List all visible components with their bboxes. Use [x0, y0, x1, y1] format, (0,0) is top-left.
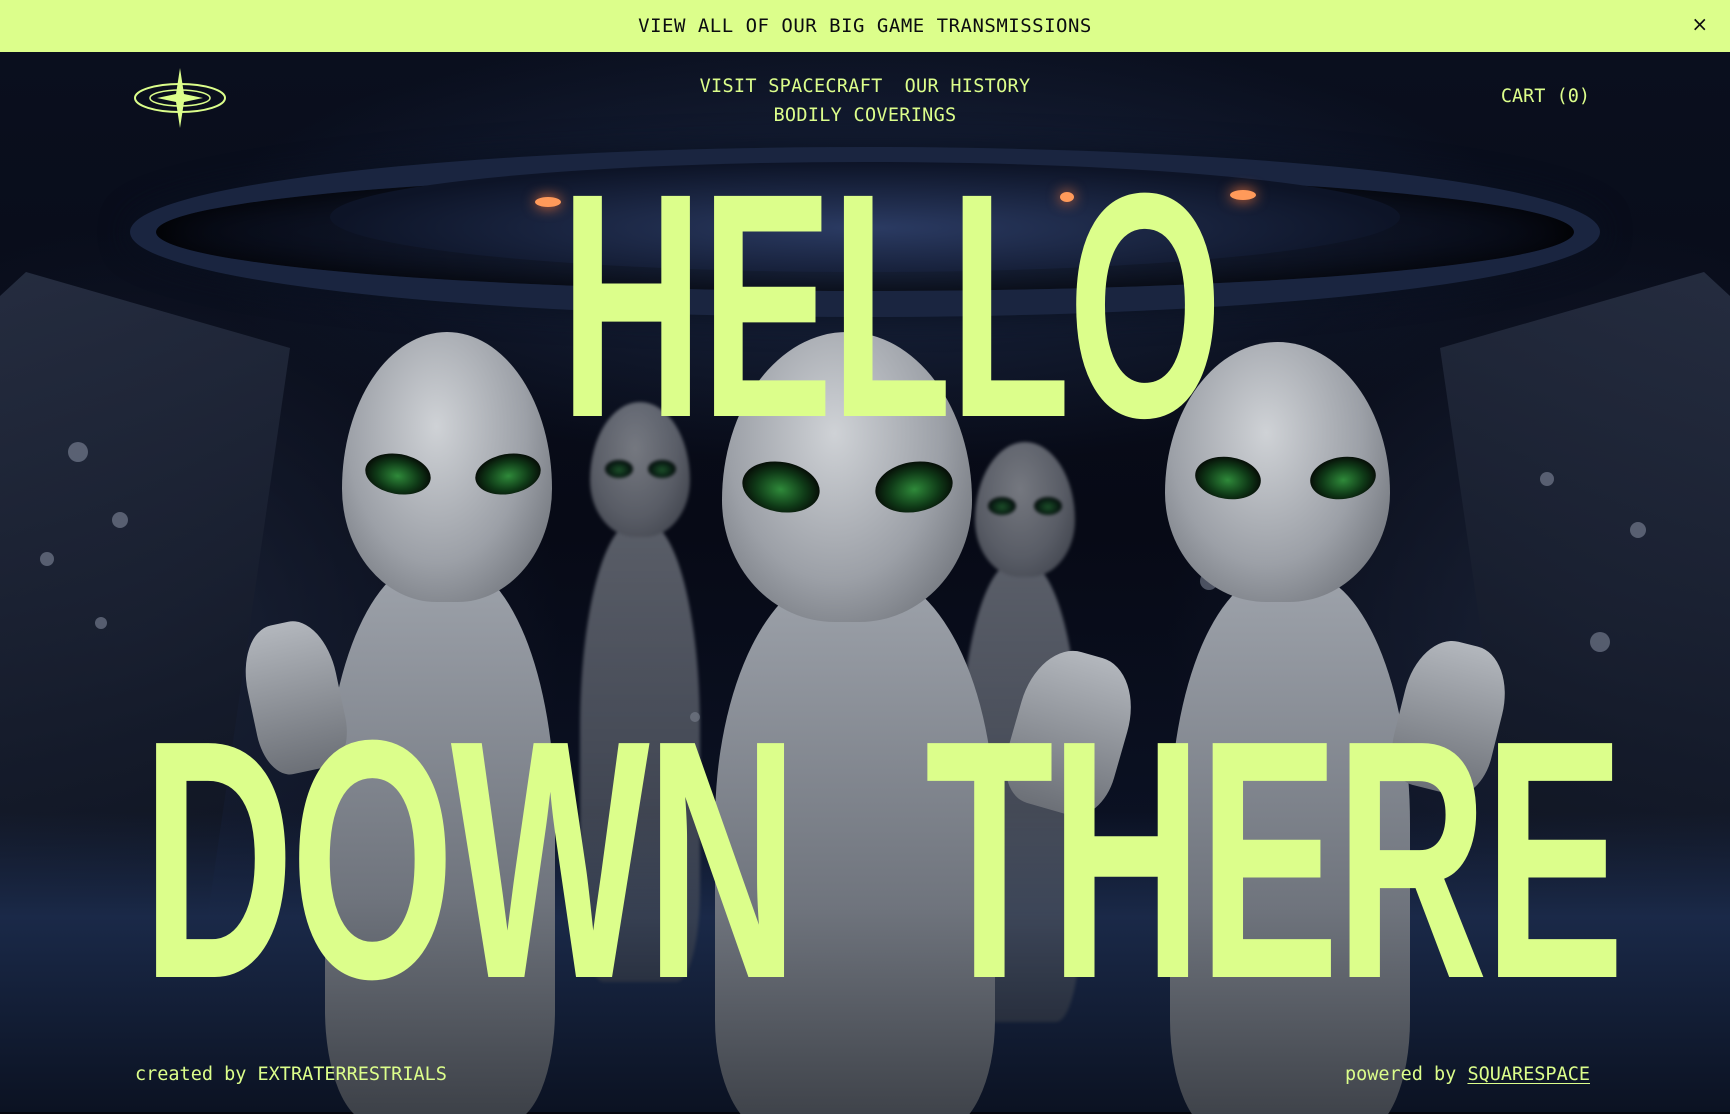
close-icon[interactable]: × — [1688, 12, 1712, 36]
hero-heading-there: THERE — [925, 670, 1625, 1050]
bokeh-light — [1630, 522, 1646, 538]
cart-link[interactable]: CART (0) — [1501, 86, 1590, 107]
bokeh-light — [112, 512, 128, 528]
bokeh-light — [1540, 472, 1554, 486]
nav-link-bodily-coverings[interactable]: BODILY COVERINGS — [773, 101, 956, 130]
footer-powered-prefix: powered by — [1344, 1064, 1457, 1085]
bokeh-light — [68, 442, 88, 462]
announcement-text[interactable]: VIEW ALL OF OUR BIG GAME TRANSMISSIONS — [638, 15, 1092, 37]
main-nav: VISIT SPACECRAFT OUR HISTORY BODILY COVE… — [650, 72, 1080, 130]
ceiling-light — [535, 197, 561, 207]
footer-created-prefix: created by — [135, 1064, 247, 1085]
bokeh-light — [40, 552, 54, 566]
footer-created-name: EXTRATERRESTRIALS — [257, 1064, 447, 1085]
squarespace-link[interactable]: SQUARESPACE — [1467, 1064, 1590, 1085]
announcement-bar[interactable]: VIEW ALL OF OUR BIG GAME TRANSMISSIONS × — [0, 0, 1730, 52]
footer-powered: powered by SQUARESPACE — [1345, 1064, 1590, 1085]
hero-heading-down: DOWN — [142, 670, 798, 1050]
ceiling-light — [1230, 190, 1256, 200]
orbit-star-logo[interactable] — [133, 66, 227, 130]
nav-link-visit-spacecraft[interactable]: VISIT SPACECRAFT — [700, 72, 883, 101]
nav-link-our-history[interactable]: OUR HISTORY — [905, 72, 1031, 101]
bokeh-light — [95, 617, 107, 629]
footer-credit: created by EXTRATERRESTRIALS — [135, 1064, 447, 1085]
bokeh-light — [1590, 632, 1610, 652]
hero-heading-hello: HELLO — [560, 126, 1222, 484]
